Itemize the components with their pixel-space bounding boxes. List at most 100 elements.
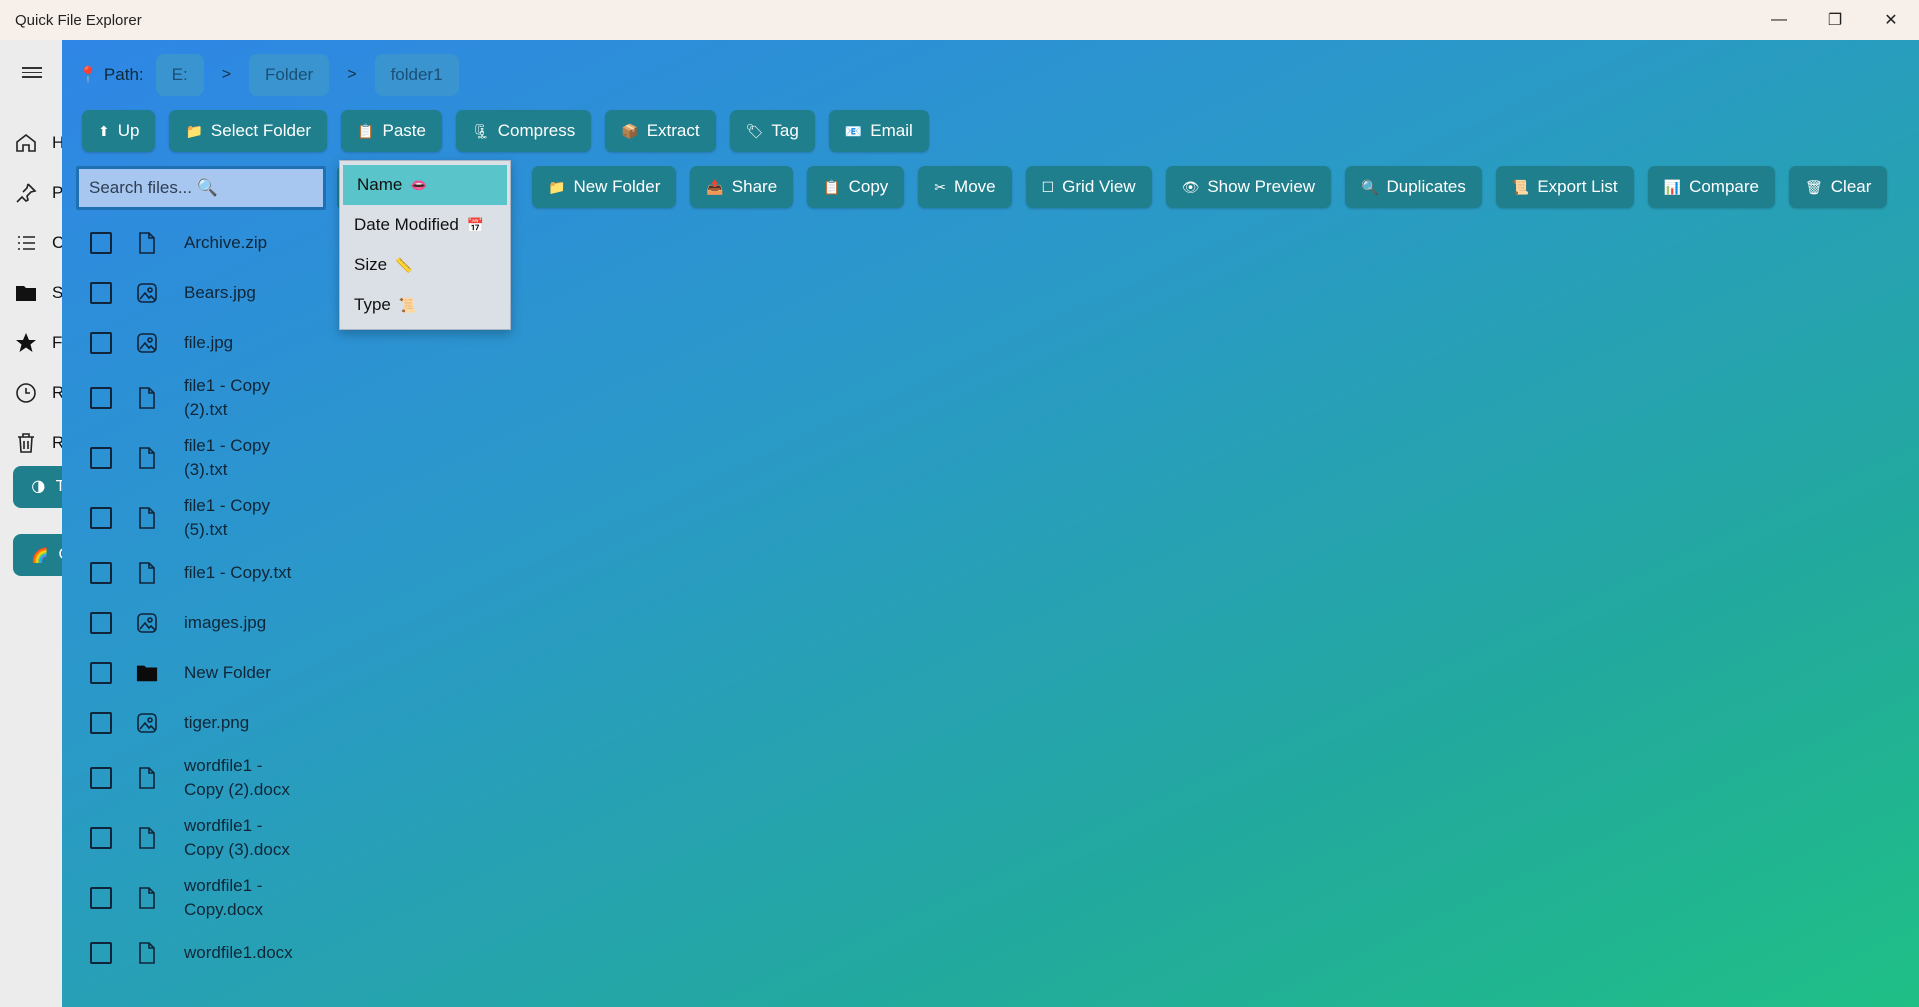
breadcrumb-item-folder[interactable]: Folder	[249, 54, 330, 96]
item-checkbox[interactable]	[90, 612, 112, 634]
theme-toggle-button[interactable]: 🌗 T	[13, 466, 62, 508]
close-button[interactable]: ✕	[1863, 0, 1919, 40]
paste-button[interactable]: 📋 Paste	[341, 110, 442, 152]
sort-option-name[interactable]: Name 👄	[343, 165, 507, 205]
nav-item-label: R	[52, 383, 62, 402]
sort-option-date-modified[interactable]: Date Modified 📅	[340, 205, 510, 245]
list-item[interactable]: file1 - Copy (5).txt	[90, 488, 320, 548]
up-button[interactable]: ⬆ Up	[82, 110, 156, 152]
list-item[interactable]: file1 - Copy (3).txt	[90, 428, 320, 488]
list-item[interactable]: images.jpg	[90, 598, 320, 648]
item-checkbox[interactable]	[90, 767, 112, 789]
show-preview-button[interactable]: 👁 Show Preview	[1165, 166, 1332, 208]
nav-item-pinned[interactable]: P	[14, 178, 62, 208]
grid-view-button[interactable]: ☐ Grid View	[1025, 166, 1152, 208]
color-button[interactable]: 🌈 C	[13, 534, 62, 576]
nav-item-folders[interactable]: S	[14, 278, 62, 308]
hamburger-menu-icon[interactable]	[22, 64, 42, 81]
item-checkbox[interactable]	[90, 887, 112, 909]
extract-button[interactable]: 📦 Extract	[605, 110, 716, 152]
breadcrumb-separator: >	[347, 66, 357, 83]
nav-item-label: H	[52, 133, 62, 152]
nav-item-recent[interactable]: R	[14, 378, 62, 408]
file-name: tiger.png	[184, 713, 250, 732]
list-item[interactable]: file.jpg	[90, 318, 320, 368]
share-label: Share	[731, 177, 778, 196]
main-content: 📍 Path: E: > Folder > folder1 ⬆ Up 📁 Selec…	[62, 40, 1919, 1007]
compare-button[interactable]: 📊 Compare	[1647, 166, 1775, 208]
image-icon	[136, 331, 158, 355]
breadcrumb-separator: >	[221, 66, 232, 83]
magnifier-icon: 🔍	[1361, 178, 1379, 195]
window-controls: — ❐ ✕	[1751, 0, 1919, 40]
extract-label: Extract	[646, 121, 700, 140]
file-name: wordfile1 - Copy (3).docx	[184, 816, 290, 859]
side-nav: H P C S F R R 🌗 T 🌈 C	[0, 40, 62, 1007]
copy-button[interactable]: 📋 Copy	[807, 166, 905, 208]
file-name: file1 - Copy (2).txt	[184, 376, 270, 419]
sort-option-size[interactable]: Size 📏	[340, 245, 510, 285]
email-button[interactable]: 📧 Email	[828, 110, 929, 152]
item-checkbox[interactable]	[90, 282, 112, 304]
share-button[interactable]: 📤 Share	[690, 166, 794, 208]
select-folder-button[interactable]: 📁 Select Folder	[169, 110, 328, 152]
calendar-icon: 📅	[466, 216, 485, 233]
list-item[interactable]: wordfile1 - Copy.docx	[90, 868, 320, 928]
lips-icon: 👄	[410, 176, 428, 193]
list-item[interactable]: Bears.jpg	[90, 268, 320, 318]
nav-item-favorites[interactable]: F	[14, 328, 62, 358]
breadcrumb-item-drive[interactable]: E:	[155, 54, 204, 96]
document-icon	[136, 446, 158, 470]
sort-option-type[interactable]: Type 📜	[340, 285, 510, 325]
list-item[interactable]: file1 - Copy.txt	[90, 548, 320, 598]
tag-button[interactable]: 🏷 Tag	[729, 110, 815, 152]
folder-icon	[136, 661, 158, 685]
item-checkbox[interactable]	[90, 387, 112, 409]
minimize-button[interactable]: —	[1751, 0, 1807, 40]
duplicates-button[interactable]: 🔍 Duplicates	[1345, 166, 1482, 208]
file-name: wordfile1 - Copy.docx	[184, 876, 264, 919]
item-checkbox[interactable]	[90, 332, 112, 354]
pin-icon	[16, 183, 37, 203]
trash-icon: 🗑	[1804, 178, 1823, 195]
image-icon	[136, 711, 158, 735]
document-icon	[136, 826, 158, 850]
image-icon	[136, 281, 158, 305]
list-item[interactable]: Archive.zip	[90, 218, 320, 268]
path-label-text: Path:	[103, 65, 144, 84]
clear-button[interactable]: 🗑 Clear	[1788, 166, 1888, 208]
image-icon	[136, 611, 158, 635]
file-name: images.jpg	[184, 613, 267, 632]
list-item[interactable]: wordfile1.docx	[90, 928, 320, 978]
email-label: Email	[870, 121, 913, 140]
item-checkbox[interactable]	[90, 712, 112, 734]
new-folder-button[interactable]: 📁 New Folder	[532, 166, 677, 208]
item-checkbox[interactable]	[90, 827, 112, 849]
item-checkbox[interactable]	[90, 447, 112, 469]
compress-button[interactable]: 🗜 Compress	[456, 110, 592, 152]
nav-item-label: P	[52, 183, 62, 202]
maximize-icon: ❐	[1827, 12, 1843, 29]
list-item[interactable]: tiger.png	[90, 698, 320, 748]
search-input[interactable]: Search files... 🔍	[76, 166, 326, 210]
item-checkbox[interactable]	[90, 662, 112, 684]
item-checkbox[interactable]	[90, 562, 112, 584]
item-checkbox[interactable]	[90, 232, 112, 254]
breadcrumb-item-folder1[interactable]: folder1	[374, 54, 459, 96]
pushpin-icon: 📍	[78, 67, 98, 84]
item-checkbox[interactable]	[90, 507, 112, 529]
move-button[interactable]: ✂ Move	[918, 166, 1012, 208]
nav-item-recycle-bin[interactable]: R	[14, 428, 62, 458]
item-checkbox[interactable]	[90, 942, 112, 964]
document-icon	[136, 941, 158, 965]
export-list-button[interactable]: 📜 Export List	[1495, 166, 1634, 208]
list-item[interactable]: wordfile1 - Copy (3).docx	[90, 808, 320, 868]
maximize-button[interactable]: ❐	[1807, 0, 1863, 40]
clamp-icon: 🗜	[472, 122, 490, 139]
list-item[interactable]: wordfile1 - Copy (2).docx	[90, 748, 320, 808]
list-item[interactable]: file1 - Copy (2).txt	[90, 368, 320, 428]
copy-label: Copy	[848, 177, 889, 196]
nav-item-list[interactable]: C	[14, 228, 62, 258]
list-item[interactable]: New Folder	[90, 648, 320, 698]
nav-item-home[interactable]: H	[14, 128, 62, 158]
